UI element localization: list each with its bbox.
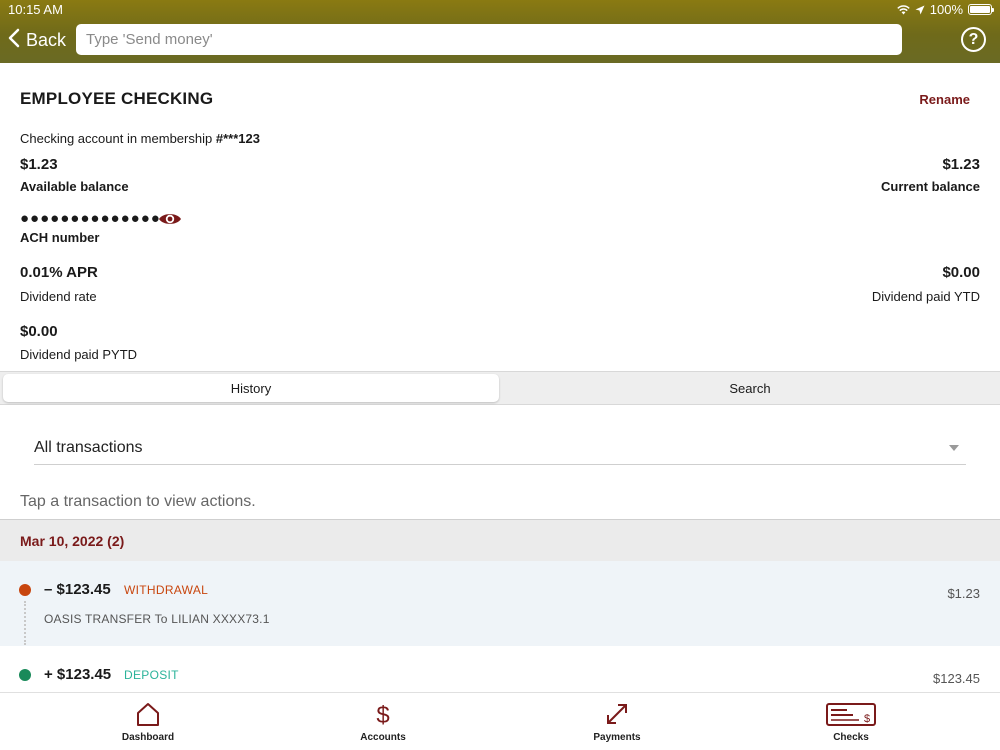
ach-number-label: ACH number [20, 230, 100, 245]
available-balance-label: Available balance [20, 179, 129, 194]
tab-label: Payments [593, 732, 641, 743]
membership-number: #***123 [215, 131, 260, 146]
rename-link[interactable]: Rename [919, 92, 970, 107]
back-button[interactable]: Back [8, 27, 66, 53]
tab-checks[interactable]: $ Checks [781, 693, 921, 750]
wifi-icon [897, 4, 910, 14]
tab-label: Accounts [360, 732, 406, 743]
check-icon: $ [826, 703, 876, 726]
tab-label: Dashboard [121, 732, 175, 743]
date-group-label: Mar 10, 2022 (2) [20, 533, 125, 549]
ach-number-masked: ●●●●●●●●●●●●●● [20, 210, 161, 227]
dividend-rate-label: Dividend rate [20, 289, 97, 304]
current-balance-label: Current balance [881, 179, 980, 194]
dollar-icon: $ [376, 702, 389, 727]
svg-text:$: $ [864, 713, 870, 725]
transaction-description: OASIS TRANSFER To LILIAN XXXX73.1 [44, 612, 270, 626]
current-balance-value: $1.23 [942, 156, 980, 173]
dividend-ytd-value: $0.00 [942, 264, 980, 281]
search-input[interactable] [76, 24, 902, 55]
transaction-balance: $123.45 [933, 671, 980, 686]
battery-percent: 100% [929, 2, 963, 17]
tab-history[interactable]: History [3, 374, 499, 402]
timeline-connector [24, 601, 26, 645]
dividend-ytd-label: Dividend paid YTD [871, 289, 980, 304]
status-time: 10:15 AM [8, 2, 63, 17]
battery-icon [968, 4, 994, 15]
back-label: Back [26, 29, 67, 50]
home-icon [137, 703, 159, 726]
tab-accounts[interactable]: $ Accounts [313, 693, 453, 750]
transaction-amount: – $123.45 [44, 581, 111, 598]
transaction-amount: + $123.45 [44, 666, 112, 683]
tab-dashboard[interactable]: Dashboard [78, 693, 218, 750]
date-group-header: Mar 10, 2022 (2) [0, 519, 1000, 561]
tab-label: Checks [833, 732, 869, 743]
chevron-down-icon [949, 445, 959, 451]
transaction-row[interactable]: + $123.45 DEPOSIT $123.45 [0, 646, 1000, 692]
transaction-type: DEPOSIT [124, 668, 179, 682]
tab-payments[interactable]: Payments [547, 693, 687, 750]
location-icon [915, 5, 925, 14]
status-indicators: 100% [897, 2, 994, 17]
available-balance-value: $1.23 [20, 156, 58, 173]
filter-selected-value: All transactions [34, 439, 143, 456]
deposit-dot-icon [19, 669, 31, 681]
bottom-tab-bar: Dashboard $ Accounts Payments $ Checks [0, 692, 1000, 750]
tab-search[interactable]: Search [502, 374, 998, 402]
history-search-segment: History Search [0, 371, 1000, 405]
help-button[interactable]: ? [961, 27, 986, 52]
membership-text: Checking account in membership [20, 131, 213, 146]
transaction-balance: $1.23 [947, 586, 980, 601]
transactions-hint: Tap a transaction to view actions. [20, 493, 256, 510]
transaction-filter-select[interactable]: All transactions [34, 430, 966, 465]
membership-line: Checking account in membership #***123 [20, 131, 260, 146]
apr-value: 0.01% APR [20, 264, 98, 281]
help-icon: ? [968, 30, 979, 48]
eye-icon[interactable] [158, 211, 182, 227]
account-title: EMPLOYEE CHECKING [20, 89, 214, 108]
dividend-pytd-label: Dividend paid PYTD [20, 347, 138, 362]
svg-text:$: $ [376, 702, 389, 727]
transaction-row[interactable]: – $123.45 WITHDRAWAL OASIS TRANSFER To L… [0, 561, 1000, 646]
top-header: 10:15 AM 100% Back ? [0, 0, 1000, 63]
dividend-pytd-value: $0.00 [20, 323, 58, 340]
chevron-left-icon [8, 28, 20, 52]
transaction-type: WITHDRAWAL [124, 583, 209, 597]
withdrawal-dot-icon [19, 584, 31, 596]
transfer-arrows-icon [607, 704, 627, 724]
